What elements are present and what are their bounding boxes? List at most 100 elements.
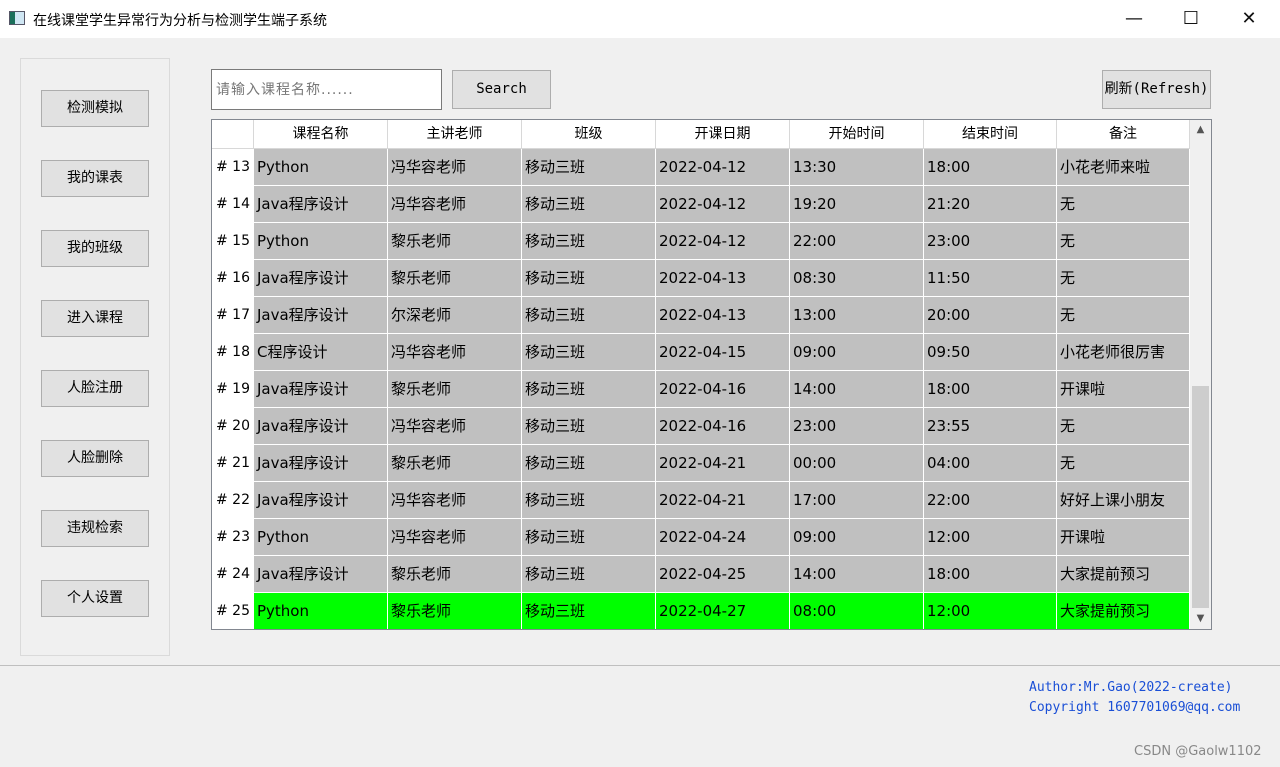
cell-start-time[interactable]: 19:20: [790, 186, 924, 223]
cell-end-time[interactable]: 12:00: [924, 593, 1057, 629]
header-teacher[interactable]: 主讲老师: [388, 120, 522, 149]
table-row[interactable]: # 21 Java程序设计 黎乐老师 移动三班 2022-04-21 00:00 04:00…: [212, 445, 1190, 482]
cell-end-time[interactable]: 23:00: [924, 223, 1057, 260]
header-end-time[interactable]: 结束时间: [924, 120, 1057, 149]
cell-end-time[interactable]: 23:55: [924, 408, 1057, 445]
close-button[interactable]: ✕: [1220, 0, 1278, 38]
cell-teacher[interactable]: 冯华容老师: [388, 334, 522, 371]
cell-teacher[interactable]: 黎乐老师: [388, 223, 522, 260]
table-row[interactable]: # 25 Python 黎乐老师 移动三班 2022-04-27 08:00 12:00 大家…: [212, 593, 1190, 629]
cell-end-time[interactable]: 21:20: [924, 186, 1057, 223]
cell-teacher[interactable]: 黎乐老师: [388, 260, 522, 297]
cell-class[interactable]: 移动三班: [522, 149, 656, 186]
cell-teacher[interactable]: 冯华容老师: [388, 149, 522, 186]
cell-start-time[interactable]: 14:00: [790, 371, 924, 408]
scroll-thumb[interactable]: [1192, 386, 1209, 608]
sidebar-item-enter-course[interactable]: 进入课程: [41, 300, 149, 337]
search-button[interactable]: Search: [452, 70, 551, 109]
cell-class[interactable]: 移动三班: [522, 519, 656, 556]
cell-start-date[interactable]: 2022-04-12: [656, 149, 790, 186]
cell-notes[interactable]: 开课啦: [1057, 371, 1190, 408]
table-row[interactable]: # 24 Java程序设计 黎乐老师 移动三班 2022-04-25 14:00 18:00…: [212, 556, 1190, 593]
cell-teacher[interactable]: 尔深老师: [388, 297, 522, 334]
cell-start-time[interactable]: 08:30: [790, 260, 924, 297]
cell-notes[interactable]: 无: [1057, 445, 1190, 482]
cell-notes[interactable]: 无: [1057, 260, 1190, 297]
cell-teacher[interactable]: 黎乐老师: [388, 445, 522, 482]
cell-notes[interactable]: 无: [1057, 408, 1190, 445]
cell-start-date[interactable]: 2022-04-13: [656, 260, 790, 297]
cell-start-date[interactable]: 2022-04-13: [656, 297, 790, 334]
cell-start-time[interactable]: 22:00: [790, 223, 924, 260]
cell-class[interactable]: 移动三班: [522, 334, 656, 371]
header-course-name[interactable]: 课程名称: [254, 120, 388, 149]
table-row[interactable]: # 19 Java程序设计 黎乐老师 移动三班 2022-04-16 14:00 18:00…: [212, 371, 1190, 408]
cell-course-name[interactable]: Java程序设计: [254, 371, 388, 408]
cell-start-date[interactable]: 2022-04-25: [656, 556, 790, 593]
cell-start-time[interactable]: 14:00: [790, 556, 924, 593]
header-notes[interactable]: 备注: [1057, 120, 1190, 149]
table-row[interactable]: # 17 Java程序设计 尔深老师 移动三班 2022-04-13 13:00 20:00…: [212, 297, 1190, 334]
cell-start-date[interactable]: 2022-04-21: [656, 482, 790, 519]
header-start-time[interactable]: 开始时间: [790, 120, 924, 149]
cell-notes[interactable]: 大家提前预习: [1057, 556, 1190, 593]
table-row[interactable]: # 14 Java程序设计 冯华容老师 移动三班 2022-04-12 19:20 21:2…: [212, 186, 1190, 223]
cell-start-time[interactable]: 09:00: [790, 519, 924, 556]
cell-start-date[interactable]: 2022-04-27: [656, 593, 790, 629]
header-start-date[interactable]: 开课日期: [656, 120, 790, 149]
sidebar-item-my-schedule[interactable]: 我的课表: [41, 160, 149, 197]
cell-start-time[interactable]: 00:00: [790, 445, 924, 482]
cell-course-name[interactable]: Python: [254, 519, 388, 556]
cell-end-time[interactable]: 12:00: [924, 519, 1057, 556]
cell-end-time[interactable]: 11:50: [924, 260, 1057, 297]
cell-course-name[interactable]: Java程序设计: [254, 297, 388, 334]
scroll-down-icon[interactable]: ▼: [1190, 609, 1211, 629]
cell-course-name[interactable]: Java程序设计: [254, 445, 388, 482]
table-row[interactable]: # 23 Python 冯华容老师 移动三班 2022-04-24 09:00 12:00 开…: [212, 519, 1190, 556]
cell-course-name[interactable]: C程序设计: [254, 334, 388, 371]
table-row[interactable]: # 22 Java程序设计 冯华容老师 移动三班 2022-04-21 17:00 22:0…: [212, 482, 1190, 519]
cell-teacher[interactable]: 黎乐老师: [388, 556, 522, 593]
cell-end-time[interactable]: 18:00: [924, 149, 1057, 186]
cell-class[interactable]: 移动三班: [522, 297, 656, 334]
sidebar-item-face-delete[interactable]: 人脸删除: [41, 440, 149, 477]
cell-course-name[interactable]: Java程序设计: [254, 556, 388, 593]
table-row[interactable]: # 20 Java程序设计 冯华容老师 移动三班 2022-04-16 23:00 23:5…: [212, 408, 1190, 445]
cell-class[interactable]: 移动三班: [522, 371, 656, 408]
maximize-button[interactable]: ☐: [1162, 0, 1220, 38]
cell-notes[interactable]: 小花老师很厉害: [1057, 334, 1190, 371]
cell-notes[interactable]: 开课啦: [1057, 519, 1190, 556]
cell-teacher[interactable]: 黎乐老师: [388, 593, 522, 629]
cell-course-name[interactable]: Java程序设计: [254, 186, 388, 223]
cell-start-time[interactable]: 13:00: [790, 297, 924, 334]
cell-class[interactable]: 移动三班: [522, 223, 656, 260]
cell-start-date[interactable]: 2022-04-24: [656, 519, 790, 556]
cell-teacher[interactable]: 冯华容老师: [388, 186, 522, 223]
cell-class[interactable]: 移动三班: [522, 556, 656, 593]
cell-start-date[interactable]: 2022-04-16: [656, 408, 790, 445]
cell-notes[interactable]: 小花老师来啦: [1057, 149, 1190, 186]
sidebar-item-violation-search[interactable]: 违规检索: [41, 510, 149, 547]
refresh-button[interactable]: 刷新(Refresh): [1102, 70, 1211, 109]
cell-start-time[interactable]: 08:00: [790, 593, 924, 629]
cell-end-time[interactable]: 22:00: [924, 482, 1057, 519]
cell-class[interactable]: 移动三班: [522, 408, 656, 445]
sidebar-item-settings[interactable]: 个人设置: [41, 580, 149, 617]
cell-notes[interactable]: 无: [1057, 186, 1190, 223]
cell-class[interactable]: 移动三班: [522, 593, 656, 629]
cell-start-date[interactable]: 2022-04-15: [656, 334, 790, 371]
cell-start-date[interactable]: 2022-04-16: [656, 371, 790, 408]
sidebar-item-detect-simulation[interactable]: 检测模拟: [41, 90, 149, 127]
cell-end-time[interactable]: 09:50: [924, 334, 1057, 371]
search-input[interactable]: [211, 69, 442, 110]
cell-end-time[interactable]: 18:00: [924, 556, 1057, 593]
vertical-scrollbar[interactable]: ▲ ▼: [1190, 120, 1211, 629]
cell-notes[interactable]: 好好上课小朋友: [1057, 482, 1190, 519]
table-row[interactable]: # 15 Python 黎乐老师 移动三班 2022-04-12 22:00 23:00 无: [212, 223, 1190, 260]
cell-class[interactable]: 移动三班: [522, 482, 656, 519]
table-row[interactable]: # 13 Python 冯华容老师 移动三班 2022-04-12 13:30 18:00 小…: [212, 149, 1190, 186]
cell-teacher[interactable]: 冯华容老师: [388, 519, 522, 556]
cell-end-time[interactable]: 18:00: [924, 371, 1057, 408]
cell-end-time[interactable]: 20:00: [924, 297, 1057, 334]
cell-start-date[interactable]: 2022-04-12: [656, 186, 790, 223]
